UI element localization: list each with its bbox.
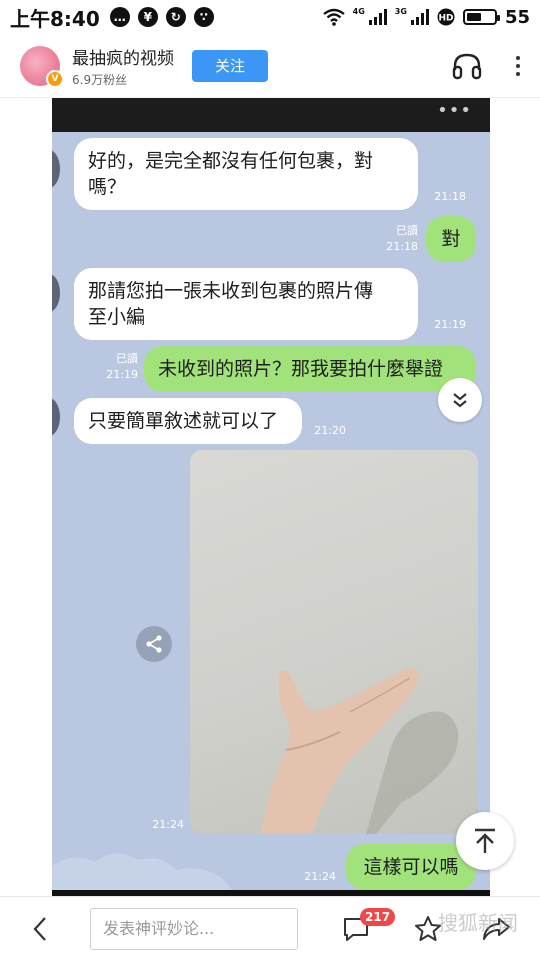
back-button[interactable] <box>8 897 72 960</box>
read-receipt: 已讀 <box>396 224 418 237</box>
avatar[interactable]: V <box>20 45 64 88</box>
watermark: 搜狐新闻 <box>438 911 518 935</box>
sender-avatar <box>52 274 60 312</box>
yen-icon: ¥ <box>137 7 158 27</box>
refresh-icon: ↻ <box>165 7 186 27</box>
back-arrow-icon <box>33 916 46 941</box>
status-time: 上午8:40 <box>10 6 100 31</box>
comment-count-badge: 217 <box>360 908 396 926</box>
comment-button[interactable] <box>338 897 374 960</box>
video-share-button[interactable] <box>136 626 172 662</box>
battery-percent: 55 <box>504 6 530 28</box>
wifi-icon <box>322 8 345 26</box>
more-vertical-icon[interactable] <box>516 55 520 76</box>
back-to-top-button[interactable] <box>456 812 514 870</box>
status-right: 4G 3G HD 55 <box>322 6 530 28</box>
message-time: 21:19 <box>434 318 466 331</box>
signal-icon <box>368 9 387 25</box>
message-time: 21:19 <box>106 368 138 381</box>
message-bubble-outgoing: 對 <box>426 216 476 262</box>
follow-button[interactable]: 关注 <box>192 49 268 82</box>
message-bubble-incoming: 只要簡單敘述就可以了 <box>74 398 302 444</box>
share-nodes-icon <box>146 635 162 653</box>
back-to-top-icon <box>475 828 495 853</box>
cloud-decoration <box>52 853 232 890</box>
verified-badge: V <box>46 69 64 88</box>
battery-icon <box>462 9 500 25</box>
signal-icon-2 <box>410 9 429 25</box>
svg-text:HD: HD <box>438 14 453 24</box>
video-topbar: ••• <box>52 98 490 132</box>
network-type-1: 4G <box>352 6 365 16</box>
headphones-icon[interactable] <box>452 52 482 80</box>
comment-input[interactable] <box>90 907 298 950</box>
message-bubble-outgoing: 未收到的照片？那我要拍什麼舉證 <box>144 346 476 392</box>
message-time: 21:20 <box>314 424 346 437</box>
hand-photo <box>260 667 459 834</box>
message-bubble-incoming: 好的，是完全都沒有任何包裹，對 嗎？ <box>74 138 418 210</box>
message-time: 21:18 <box>434 190 466 203</box>
message-icon: … <box>109 7 130 27</box>
channel-header: V 最抽疯的视频 6.9万粉丝 关注 <box>0 34 540 98</box>
chat-more-icon: ••• <box>437 100 472 121</box>
chevron-double-down-icon <box>453 393 467 408</box>
sender-avatar <box>52 150 60 188</box>
fan-count: 6.9万粉丝 <box>72 72 128 87</box>
chat-photo[interactable] <box>190 450 478 834</box>
network-type-2: 3G <box>394 6 407 16</box>
status-bar: 上午8:40 … ¥ ↻ ∵ 4G 3G HD 55 <box>0 0 540 34</box>
scroll-down-button[interactable] <box>438 378 482 422</box>
channel-name[interactable]: 最抽疯的视频 <box>72 44 174 69</box>
watermark-text: 搜狐新闻 <box>438 911 518 935</box>
message-bubble-incoming: 那請您拍一張未收到包裹的照片傳 至小編 <box>74 268 418 340</box>
channel-info[interactable]: 最抽疯的视频 6.9万粉丝 <box>72 44 174 88</box>
read-receipt: 已讀 <box>116 352 138 365</box>
message-time: 21:18 <box>386 240 418 253</box>
sender-avatar <box>52 398 60 436</box>
hd-icon: HD <box>437 8 455 26</box>
chat-icon: ∵ <box>193 7 214 27</box>
video-frame[interactable]: ••• 好的，是完全都沒有任何包裹，對 嗎？ 21:18 已讀 21:18 對 … <box>52 98 490 896</box>
